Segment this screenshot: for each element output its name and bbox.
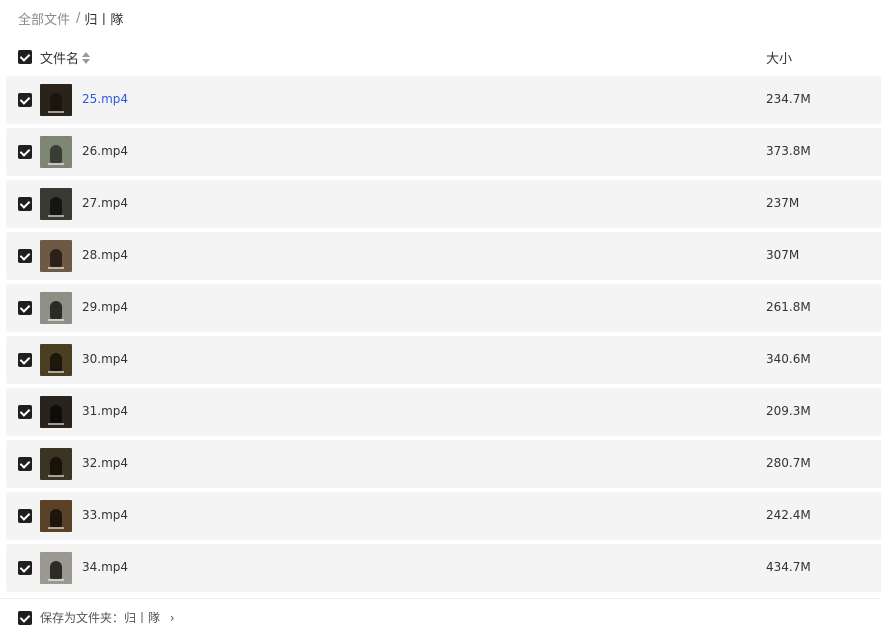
video-thumbnail xyxy=(40,448,72,480)
thumbnail-figure xyxy=(50,145,62,163)
column-header-size: 大小 xyxy=(766,52,793,67)
file-size: 261.8M xyxy=(766,300,811,314)
thumbnail-figure xyxy=(50,353,62,371)
file-size: 307M xyxy=(766,248,800,262)
file-row[interactable]: 26.mp4 373.8M xyxy=(6,128,881,176)
file-name[interactable]: 28.mp4 xyxy=(82,248,128,262)
thumbnail-subtitle xyxy=(48,475,64,477)
file-size: 242.4M xyxy=(766,508,811,522)
file-checkbox[interactable] xyxy=(18,145,32,159)
thumbnail-figure xyxy=(50,561,62,579)
file-size: 209.3M xyxy=(766,404,811,418)
file-name[interactable]: 33.mp4 xyxy=(82,508,128,522)
file-row[interactable]: 33.mp4 242.4M xyxy=(6,492,881,540)
file-row[interactable]: 30.mp4 340.6M xyxy=(6,336,881,384)
video-thumbnail xyxy=(40,552,72,584)
file-name[interactable]: 30.mp4 xyxy=(82,352,128,366)
thumbnail-figure xyxy=(50,301,62,319)
file-checkbox[interactable] xyxy=(18,249,32,263)
file-name[interactable]: 34.mp4 xyxy=(82,560,128,574)
thumbnail-figure xyxy=(50,197,62,215)
file-row[interactable]: 34.mp4 434.7M xyxy=(6,544,881,592)
column-header-name-label: 文件名 xyxy=(40,52,80,67)
sort-updown-icon[interactable] xyxy=(82,51,91,64)
save-as-folder-link[interactable]: 保存为文件夹：归丨隊 › xyxy=(40,609,175,626)
file-row[interactable]: 25.mp4 234.7M xyxy=(6,76,881,124)
file-list: 25.mp4 234.7M 26.mp4 373.8M 27.mp4 237M 28.mp4… xyxy=(6,76,881,596)
file-checkbox[interactable] xyxy=(18,405,32,419)
file-row[interactable]: 31.mp4 209.3M xyxy=(6,388,881,436)
chevron-right-icon: › xyxy=(169,611,175,625)
thumbnail-subtitle xyxy=(48,319,64,321)
file-checkbox[interactable] xyxy=(18,301,32,315)
file-name[interactable]: 31.mp4 xyxy=(82,404,128,418)
save-as-folder-label: 保存为文件夹：归丨隊 xyxy=(40,611,161,625)
breadcrumb-root[interactable]: 全部文件 xyxy=(18,9,70,28)
breadcrumb-current: 归丨隊 xyxy=(84,12,124,28)
breadcrumb: 全部文件 / 归丨隊 xyxy=(18,8,123,28)
breadcrumb-separator: / xyxy=(76,10,81,26)
file-row[interactable]: 32.mp4 280.7M xyxy=(6,440,881,488)
thumbnail-subtitle xyxy=(48,371,64,373)
file-checkbox[interactable] xyxy=(18,561,32,575)
select-all-checkbox[interactable] xyxy=(18,50,32,64)
video-thumbnail xyxy=(40,396,72,428)
file-row[interactable]: 29.mp4 261.8M xyxy=(6,284,881,332)
file-checkbox[interactable] xyxy=(18,457,32,471)
thumbnail-figure xyxy=(50,249,62,267)
thumbnail-subtitle xyxy=(48,163,64,165)
thumbnail-subtitle xyxy=(48,215,64,217)
file-size: 340.6M xyxy=(766,352,811,366)
file-name[interactable]: 32.mp4 xyxy=(82,456,128,470)
thumbnail-subtitle xyxy=(48,579,64,581)
thumbnail-subtitle xyxy=(48,527,64,529)
file-checkbox[interactable] xyxy=(18,353,32,367)
column-header-name[interactable]: 文件名 xyxy=(40,48,91,67)
file-checkbox[interactable] xyxy=(18,509,32,523)
video-thumbnail xyxy=(40,240,72,272)
video-thumbnail xyxy=(40,500,72,532)
file-browser: 全部文件 / 归丨隊 文件名 大小 25.mp4 234.7M 26.mp4 373.… xyxy=(0,0,881,633)
file-name[interactable]: 29.mp4 xyxy=(82,300,128,314)
file-checkbox[interactable] xyxy=(18,197,32,211)
file-size: 237M xyxy=(766,196,800,210)
thumbnail-figure xyxy=(50,405,62,423)
file-size: 434.7M xyxy=(766,560,811,574)
video-thumbnail xyxy=(40,188,72,220)
file-checkbox[interactable] xyxy=(18,93,32,107)
list-header: 文件名 大小 xyxy=(0,46,881,68)
file-size: 234.7M xyxy=(766,92,811,106)
thumbnail-subtitle xyxy=(48,111,64,113)
video-thumbnail xyxy=(40,292,72,324)
file-row[interactable]: 28.mp4 307M xyxy=(6,232,881,280)
file-name[interactable]: 25.mp4 xyxy=(82,92,128,106)
file-size: 280.7M xyxy=(766,456,811,470)
thumbnail-subtitle xyxy=(48,423,64,425)
thumbnail-figure xyxy=(50,509,62,527)
thumbnail-figure xyxy=(50,457,62,475)
thumbnail-figure xyxy=(50,93,62,111)
file-name[interactable]: 27.mp4 xyxy=(82,196,128,210)
save-as-folder-checkbox[interactable] xyxy=(18,611,32,625)
thumbnail-subtitle xyxy=(48,267,64,269)
file-row[interactable]: 27.mp4 237M xyxy=(6,180,881,228)
video-thumbnail xyxy=(40,344,72,376)
video-thumbnail xyxy=(40,84,72,116)
file-name[interactable]: 26.mp4 xyxy=(82,144,128,158)
file-size: 373.8M xyxy=(766,144,811,158)
save-folder-bar: 保存为文件夹：归丨隊 › xyxy=(0,598,881,633)
video-thumbnail xyxy=(40,136,72,168)
